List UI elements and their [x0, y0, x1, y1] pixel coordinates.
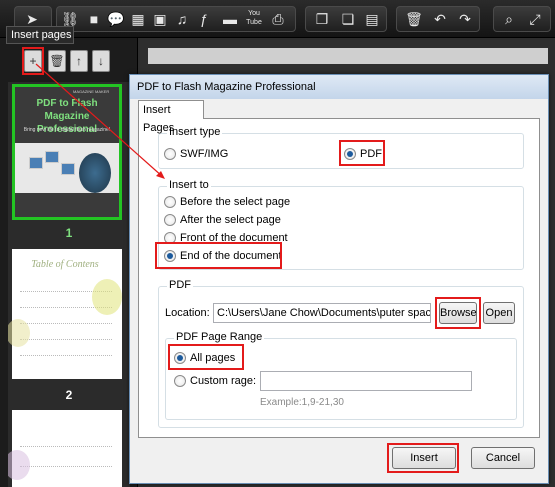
radio-dot	[174, 375, 186, 387]
page-range-label: PDF Page Range	[174, 331, 265, 343]
end-document-highlight	[155, 242, 282, 269]
insert-highlight	[387, 443, 459, 473]
insert-page-highlight	[22, 47, 44, 75]
image-icon[interactable]: ▣	[150, 9, 170, 29]
insert-type-label: Insert type	[167, 126, 223, 138]
paste-page-icon[interactable]: ❏	[338, 9, 358, 29]
shapes-icon[interactable]: ■	[84, 9, 104, 29]
button-icon[interactable]: ▬	[218, 9, 242, 29]
film-icon[interactable]: ▦	[128, 9, 148, 29]
thumb-brand: MAGAZINE MAKER	[73, 89, 110, 94]
speech-icon[interactable]: 💬	[106, 9, 126, 29]
toc-line	[20, 337, 112, 340]
fit-icon[interactable]: ⤢	[525, 9, 545, 29]
workspace-strip	[148, 48, 548, 64]
pdf-label: PDF	[167, 279, 193, 291]
page-number-2: 2	[65, 388, 73, 402]
thumbnail-list[interactable]: MAGAZINE MAKER PDF to Flash Magazine Pro…	[8, 82, 130, 487]
location-field[interactable]: C:\Users\Jane Chow\Documents\puter space…	[213, 303, 431, 323]
cancel-button[interactable]: Cancel	[471, 447, 535, 469]
toc-line	[20, 464, 112, 467]
undo-icon[interactable]: ↶	[430, 9, 450, 29]
toc-line	[20, 353, 112, 356]
layout-icon[interactable]: ▤	[362, 9, 382, 29]
radio-after-page[interactable]: After the select page	[164, 213, 281, 227]
page-thumbnail-3[interactable]	[8, 410, 122, 487]
pages-panel: + 🗑 ↑ ↓ MAGAZINE MAKER PDF to Flash Maga…	[0, 38, 138, 487]
radio-before-page[interactable]: Before the select page	[164, 195, 290, 209]
radio-label: After the select page	[180, 214, 281, 226]
toc-line	[20, 321, 112, 324]
decor-blob	[8, 319, 30, 347]
flash-icon[interactable]: ƒ	[194, 9, 214, 29]
move-down-icon[interactable]: ↓	[92, 50, 110, 72]
all-pages-highlight	[168, 344, 244, 370]
thumb-photo	[29, 157, 43, 169]
tab-insert-pages[interactable]: Insert Pages	[138, 100, 204, 134]
page-thumbnail-1[interactable]: MAGAZINE MAKER PDF to Flash Magazine Pro…	[12, 84, 122, 220]
radio-label: Custom rage:	[190, 375, 257, 387]
pdf-highlight	[339, 140, 385, 166]
insert-type-group: Insert type SWF/IMG PDF	[158, 126, 524, 169]
page-range-group: PDF Page Range All pages Custom rage: Ex…	[165, 331, 517, 420]
thumb-tree-image	[79, 153, 111, 193]
trash-icon[interactable]: 🗑	[404, 9, 424, 29]
radio-dot	[164, 214, 176, 226]
range-example: Example:1,9-21,30	[260, 397, 344, 408]
redo-icon[interactable]: ↷	[455, 9, 475, 29]
radio-dot	[164, 148, 176, 160]
insert-pages-dialog: PDF to Flash Magazine Professional Inser…	[129, 74, 549, 484]
music-icon[interactable]: ♫	[172, 9, 192, 29]
custom-range-field[interactable]	[260, 371, 472, 391]
copy-page-icon[interactable]: ❐	[312, 9, 332, 29]
location-label: Location:	[165, 307, 210, 319]
decor-blob	[8, 450, 30, 480]
youtube-icon[interactable]: You Tube	[244, 9, 264, 29]
radio-swf-img[interactable]: SWF/IMG	[164, 147, 228, 161]
radio-label: SWF/IMG	[180, 148, 229, 160]
insert-pages-tooltip: Insert pages	[6, 26, 74, 44]
page-number-1: 1	[65, 226, 73, 240]
zoom-icon[interactable]: ⌕	[499, 9, 519, 29]
delete-page-icon[interactable]: 🗑	[48, 50, 66, 72]
open-button[interactable]: Open	[483, 302, 515, 324]
main-toolbar: ➤ ⛓ ■ 💬 ▦ ▣ ♫ ƒ ▬ You Tube ⎙ ❐ ❏ ▤ 🗑 ↶ ↷…	[0, 0, 555, 38]
decor-blob	[92, 279, 122, 315]
browse-highlight	[435, 297, 481, 329]
printer-icon[interactable]: ⎙	[268, 9, 288, 29]
thumb-photo	[45, 151, 59, 163]
move-up-icon[interactable]: ↑	[70, 50, 88, 72]
thumb-title: Table of Contens	[31, 259, 99, 270]
thumb-photo	[61, 163, 75, 175]
insert-to-label: Insert to	[167, 179, 211, 191]
dialog-title: PDF to Flash Magazine Professional	[130, 75, 548, 99]
page-thumbnail-2[interactable]: Table of Contens	[8, 249, 122, 379]
toc-line	[20, 444, 112, 447]
insert-to-group: Insert to Before the select page After t…	[155, 179, 524, 270]
thumb-subtitle: Bring new life to digital flash magazine…	[23, 127, 111, 133]
radio-label: Before the select page	[180, 196, 291, 208]
radio-custom-range[interactable]: Custom rage:	[174, 374, 256, 388]
radio-dot	[164, 196, 176, 208]
pdf-group: PDF Location: C:\Users\Jane Chow\Documen…	[158, 279, 524, 428]
tab-panel: Insert type SWF/IMG PDF Insert to Before…	[138, 118, 540, 438]
